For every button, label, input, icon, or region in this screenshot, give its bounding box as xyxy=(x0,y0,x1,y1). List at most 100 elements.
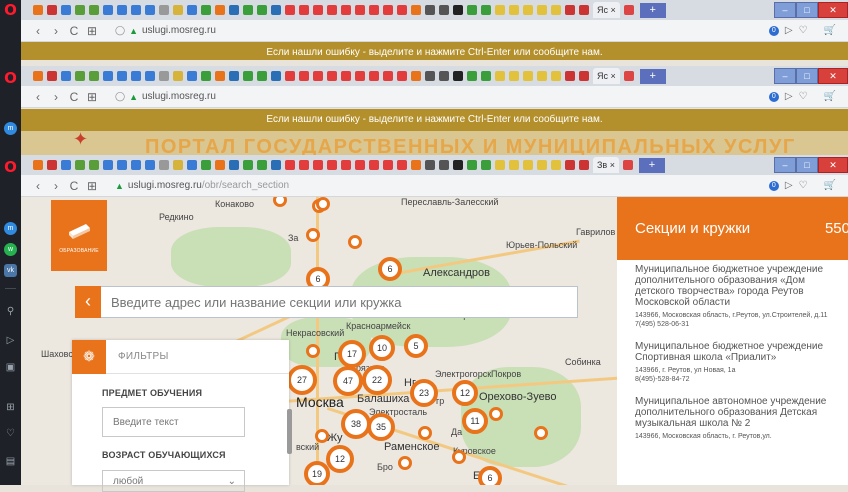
map-marker[interactable] xyxy=(489,407,503,421)
back-icon[interactable]: ‹ xyxy=(29,24,47,38)
tab-favicon[interactable] xyxy=(145,160,155,170)
tab-favicon[interactable] xyxy=(481,160,491,170)
camera-icon[interactable]: ▣ xyxy=(4,361,17,374)
tab-favicon[interactable] xyxy=(285,71,295,81)
maximize-button[interactable]: □ xyxy=(796,68,818,84)
messenger-icon[interactable]: m xyxy=(4,122,17,135)
tab-favicon[interactable] xyxy=(201,160,211,170)
grid-icon[interactable]: ⊞ xyxy=(4,401,17,414)
result-item[interactable]: Муниципальное бюджетное учреждение Спорт… xyxy=(617,341,848,384)
tab-favicon[interactable] xyxy=(187,160,197,170)
tab-favicon[interactable] xyxy=(201,71,211,81)
tab-favicon[interactable] xyxy=(271,71,281,81)
tab-favicon[interactable] xyxy=(579,5,589,15)
heart-icon[interactable]: ♡ xyxy=(4,427,17,440)
tab-favicon[interactable] xyxy=(355,160,365,170)
minimize-button[interactable]: – xyxy=(774,157,796,173)
map-marker[interactable] xyxy=(418,426,432,440)
minimize-button[interactable]: – xyxy=(774,68,796,84)
send-icon[interactable]: ▷ xyxy=(785,91,793,102)
send-icon[interactable]: ▷ xyxy=(785,25,793,36)
tab-favicon[interactable] xyxy=(523,71,533,81)
tab-favicon[interactable] xyxy=(369,71,379,81)
tab-favicon[interactable] xyxy=(439,71,449,81)
tab-favicon[interactable] xyxy=(271,5,281,15)
tab-favicon[interactable] xyxy=(327,160,337,170)
tab-favicon[interactable] xyxy=(299,5,309,15)
opera-logo-icon[interactable]: O xyxy=(4,69,17,87)
tab-favicon[interactable] xyxy=(187,5,197,15)
tab-favicon[interactable] xyxy=(75,160,85,170)
tab-favicon[interactable] xyxy=(495,71,505,81)
vpn-badge[interactable]: 0 xyxy=(768,91,779,102)
tab-favicon[interactable] xyxy=(33,71,43,81)
tab-favicon[interactable] xyxy=(131,160,141,170)
close-button[interactable]: ✕ xyxy=(818,157,848,173)
reload-icon[interactable]: C xyxy=(65,24,83,38)
filter-scrollbar[interactable] xyxy=(287,409,292,454)
tab-favicon[interactable] xyxy=(397,71,407,81)
search-input[interactable] xyxy=(101,288,577,316)
heart-icon[interactable]: ♡ xyxy=(799,25,808,36)
url-field[interactable]: ▲ uslugi.mosreg.ru/obr/search_section xyxy=(109,178,769,194)
tab-favicon[interactable] xyxy=(623,5,634,15)
tab-favicon[interactable] xyxy=(271,160,281,170)
tab-favicon[interactable] xyxy=(145,5,155,15)
new-tab-button[interactable]: + xyxy=(639,68,666,84)
tab-favicon[interactable] xyxy=(61,160,71,170)
map-marker[interactable] xyxy=(398,456,412,470)
tab-favicon[interactable] xyxy=(397,160,407,170)
opera-logo-icon[interactable]: O xyxy=(4,158,17,176)
tab-favicon[interactable] xyxy=(229,71,239,81)
tab-favicon[interactable] xyxy=(173,5,183,15)
tab-favicon[interactable] xyxy=(229,5,239,15)
tab-favicon[interactable] xyxy=(565,71,575,81)
tab-favicon[interactable] xyxy=(495,5,505,15)
tab-favicon[interactable] xyxy=(565,160,575,170)
tab-favicon[interactable] xyxy=(495,160,505,170)
tab-favicon[interactable] xyxy=(355,71,365,81)
close-button[interactable]: ✕ xyxy=(818,68,848,84)
tab-favicon[interactable] xyxy=(397,5,407,15)
map-cluster[interactable]: 27 xyxy=(287,365,317,395)
tab-favicon[interactable] xyxy=(551,160,561,170)
tab-favicon[interactable] xyxy=(453,71,463,81)
map-marker[interactable] xyxy=(316,197,330,211)
map-cluster[interactable]: 10 xyxy=(369,335,395,361)
map-cluster[interactable]: 5 xyxy=(404,334,428,358)
tab-favicon[interactable] xyxy=(173,71,183,81)
tab-favicon[interactable] xyxy=(173,160,183,170)
tab-favicon[interactable] xyxy=(509,5,519,15)
tab-favicon[interactable] xyxy=(89,71,99,81)
tab-favicon[interactable] xyxy=(103,5,113,15)
new-tab-button[interactable]: + xyxy=(639,2,666,18)
tab-favicon[interactable] xyxy=(622,160,633,170)
tab-favicon[interactable] xyxy=(215,5,225,15)
tab-favicon[interactable] xyxy=(131,5,141,15)
tab-favicon[interactable] xyxy=(355,5,365,15)
tab-favicon[interactable] xyxy=(439,5,449,15)
tab-favicon[interactable] xyxy=(439,160,449,170)
tab-favicon[interactable] xyxy=(159,160,169,170)
tab-favicon[interactable] xyxy=(623,71,634,81)
tab-favicon[interactable] xyxy=(537,5,547,15)
filter-header[interactable]: ❁ ФИЛЬТРЫ xyxy=(72,339,289,374)
education-category-tile[interactable]: ОБРАЗОВАНИЕ xyxy=(51,200,107,271)
result-item[interactable]: Муниципальное бюджетное учреждение допол… xyxy=(617,264,848,329)
subject-input[interactable] xyxy=(102,407,245,437)
tab-favicon[interactable] xyxy=(579,71,589,81)
tab-favicon[interactable] xyxy=(75,5,85,15)
tab-favicon[interactable] xyxy=(117,5,127,15)
tab-favicon[interactable] xyxy=(89,5,99,15)
forward-icon[interactable]: › xyxy=(47,24,65,38)
forward-icon[interactable]: › xyxy=(47,90,65,104)
tab-favicon[interactable] xyxy=(467,160,477,170)
back-arrow-button[interactable]: ‹ xyxy=(75,285,101,318)
grid-icon[interactable]: ⊞ xyxy=(83,179,101,193)
map-marker[interactable] xyxy=(273,197,287,207)
tab-favicon[interactable] xyxy=(117,71,127,81)
tab-favicon[interactable] xyxy=(299,71,309,81)
tab-favicon[interactable] xyxy=(467,71,477,81)
reload-icon[interactable]: C xyxy=(65,179,83,193)
tab-favicon[interactable] xyxy=(243,160,253,170)
